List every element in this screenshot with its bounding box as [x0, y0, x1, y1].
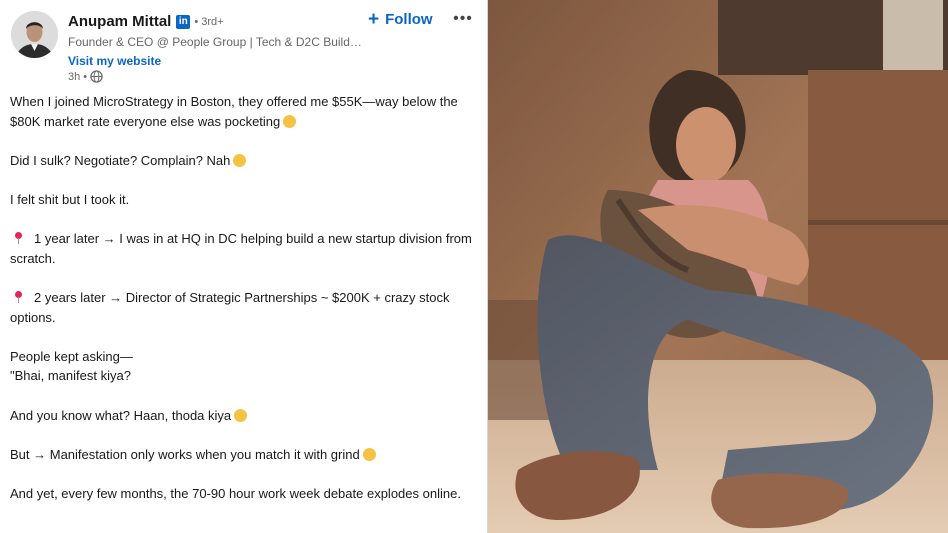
post-line: 2 years later → Director of Strategic Pa… [10, 289, 450, 325]
post-line: When I joined MicroStrategy in Boston, t… [10, 94, 458, 129]
vintage-photo-icon [488, 0, 948, 533]
post-meta: 3h • [68, 70, 103, 83]
author-headline: Founder & CEO @ People Group | Tech & D2… [68, 35, 366, 49]
post-image[interactable] [488, 0, 948, 533]
linkedin-icon: in [176, 14, 191, 29]
visit-website-link[interactable]: Visit my website [68, 54, 161, 68]
post-line: "Bhai, manifest kiya? [10, 368, 131, 384]
author-name[interactable]: Anupam Mittal [68, 13, 171, 30]
pushpin-icon [13, 232, 26, 245]
separator-dot: • [194, 15, 199, 28]
post-line: I felt shit but I took it. [10, 191, 130, 207]
plus-icon: + [368, 8, 380, 30]
follow-button[interactable]: + Follow [368, 8, 433, 30]
connection-degree: 3rd+ [201, 15, 224, 28]
more-icon[interactable]: ••• [452, 8, 474, 30]
wink-emoji-icon [234, 408, 248, 422]
separator-dot: • [83, 70, 88, 83]
globe-icon [90, 70, 103, 83]
smiling-hearts-emoji-icon [283, 114, 297, 128]
post-line: And yet, every few months, the 70-90 hou… [10, 485, 461, 501]
author-avatar[interactable] [11, 11, 58, 58]
follow-label: Follow [385, 10, 433, 28]
post-line: Did I sulk? Negotiate? Complain? Nah [10, 151, 476, 171]
post-body: When I joined MicroStrategy in Boston, t… [10, 92, 476, 503]
author-row: Anupam Mittal in • 3rd+ [68, 13, 224, 30]
post-time: 3h [68, 70, 81, 83]
smirk-emoji-icon [233, 153, 247, 167]
post-line: But → Manifestation only works when you … [10, 445, 476, 465]
avatar-image [11, 11, 58, 58]
halo-emoji-icon [362, 447, 376, 461]
post-line: 1 year later → I was in at HQ in DC help… [10, 231, 472, 266]
post-line: People kept asking— [10, 348, 133, 364]
post-line: And you know what? Haan, thoda kiya [10, 406, 476, 426]
pushpin-icon [13, 290, 26, 304]
linkedin-post-card: Anupam Mittal in • 3rd+ Founder & CEO @ … [0, 0, 487, 533]
